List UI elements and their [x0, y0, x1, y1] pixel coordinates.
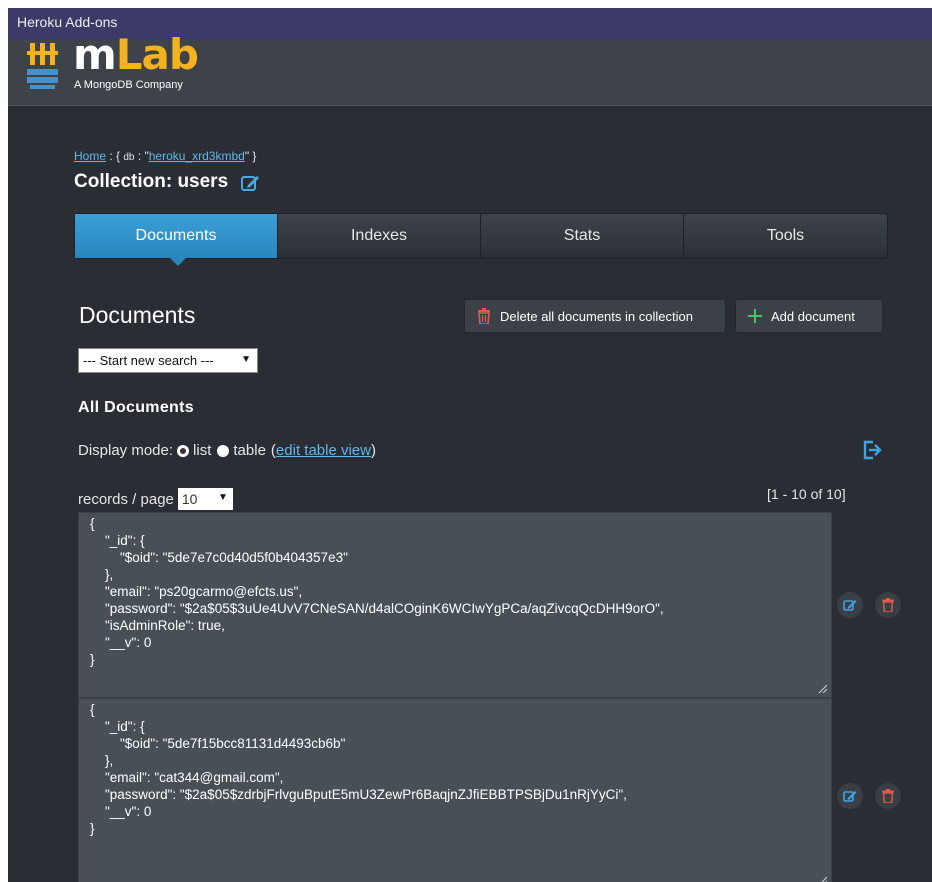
- active-tab-pointer: [170, 258, 186, 266]
- mlab-logo: mLab: [73, 30, 199, 79]
- document-line: "email": "ps20gcarmo@efcts.us",: [90, 584, 303, 599]
- breadcrumb-home-link[interactable]: Home: [74, 149, 106, 163]
- document-line: {: [90, 702, 95, 717]
- search-select[interactable]: --- Start new search --- ▼: [78, 348, 258, 373]
- collection-tabs: Documents Indexes Stats Tools: [74, 213, 888, 266]
- page-title: Collection: users: [74, 171, 229, 192]
- export-icon[interactable]: [861, 439, 883, 461]
- trash-icon: [882, 598, 894, 612]
- document-line: "password": "$2a$05$zdrbjFrlvguBputE5mU3…: [90, 787, 627, 802]
- breadcrumb-db-link[interactable]: heroku_xrd3kmbd: [149, 149, 245, 163]
- records-per-page: records / page 10 ▼: [78, 488, 233, 510]
- delete-all-documents-button[interactable]: Delete all documents in collection: [464, 299, 726, 333]
- document-record[interactable]: { "_id": { "$oid": "5de7f15bcc81131d4493…: [78, 698, 832, 882]
- document-record[interactable]: { "_id": { "$oid": "5de7e7c0d40d5f0b4043…: [78, 512, 832, 698]
- resize-handle-icon[interactable]: [817, 875, 827, 882]
- document-line: "$oid": "5de7e7c0d40d5f0b404357e3": [90, 550, 348, 565]
- document-line: }: [90, 652, 95, 667]
- radio-table[interactable]: [217, 444, 230, 457]
- documents-heading: Documents: [79, 302, 196, 328]
- caret-down-icon: ▼: [241, 354, 251, 365]
- tab-tools[interactable]: Tools: [684, 214, 887, 258]
- main-content: Home : { db : "heroku_xrd3kmbd" } Collec…: [8, 106, 932, 882]
- edit-icon: [843, 600, 857, 611]
- document-line: },: [90, 567, 114, 582]
- records-per-page-select[interactable]: 10 ▼: [177, 488, 233, 510]
- document-line: "__v": 0: [90, 635, 152, 650]
- add-document-label: Add document: [771, 308, 855, 324]
- document-line: "_id": {: [90, 719, 145, 734]
- trash-icon: [882, 789, 894, 803]
- tab-documents[interactable]: Documents: [75, 214, 278, 258]
- edit-collection-icon[interactable]: [240, 173, 260, 193]
- document-line: "isAdminRole": true,: [90, 618, 225, 633]
- document-line: }: [90, 821, 95, 836]
- document-line: },: [90, 753, 114, 768]
- all-documents-heading: All Documents: [78, 399, 194, 416]
- delete-document-button[interactable]: [875, 592, 901, 618]
- trash-icon: [478, 308, 490, 324]
- delete-document-button[interactable]: [875, 783, 901, 809]
- edit-table-view-link[interactable]: edit table view: [276, 442, 371, 459]
- tab-stats[interactable]: Stats: [481, 214, 684, 258]
- document-line: "$oid": "5de7f15bcc81131d4493cb6b": [90, 736, 346, 751]
- document-line: {: [90, 516, 95, 531]
- add-document-button[interactable]: Add document: [735, 299, 883, 333]
- edit-icon: [843, 791, 857, 802]
- resize-handle-icon[interactable]: [817, 683, 827, 693]
- app-frame: Heroku Add-ons mLab A MongoDB Company Ho…: [8, 8, 932, 882]
- delete-all-label: Delete all documents in collection: [500, 308, 693, 324]
- document-line: "password": "$2a$05$3uUe4UvV7CNeSAN/d4al…: [90, 601, 664, 616]
- edit-document-button[interactable]: [837, 592, 863, 618]
- radio-list[interactable]: [177, 444, 190, 457]
- document-line: "__v": 0: [90, 804, 152, 819]
- tab-indexes[interactable]: Indexes: [278, 214, 481, 258]
- window-title: Heroku Add-ons: [17, 14, 118, 30]
- header: mLab A MongoDB Company: [8, 30, 932, 106]
- plus-icon: [748, 309, 762, 323]
- mlab-stack-icon: [27, 43, 58, 89]
- caret-down-icon: ▼: [217, 492, 228, 503]
- document-line: "_id": {: [90, 533, 145, 548]
- breadcrumb: Home : { db : "heroku_xrd3kmbd" }: [74, 149, 257, 163]
- logo-tagline: A MongoDB Company: [74, 79, 183, 91]
- display-mode: Display mode: list table (edit table vie…: [78, 442, 376, 459]
- record-range: [1 - 10 of 10]: [767, 486, 846, 502]
- edit-document-button[interactable]: [837, 783, 863, 809]
- document-line: "email": "cat344@gmail.com",: [90, 770, 284, 785]
